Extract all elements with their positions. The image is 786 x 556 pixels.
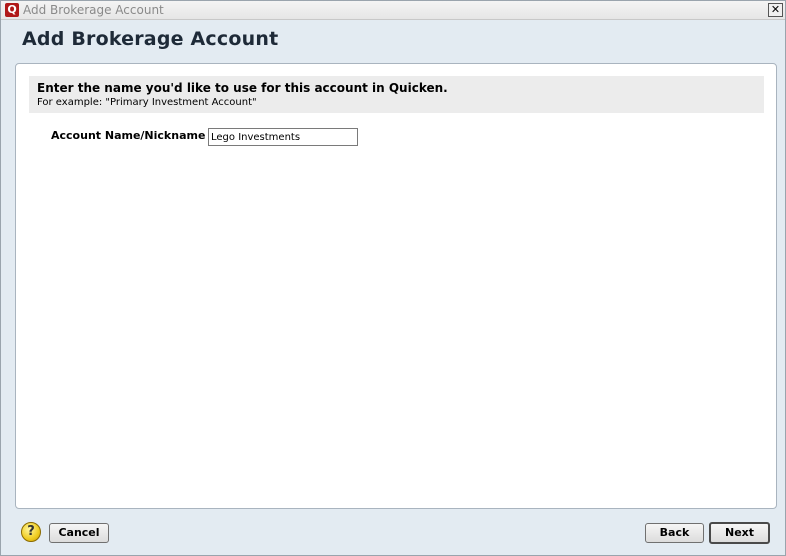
dialog-window: Q Add Brokerage Account ✕ Add Brokerage … <box>0 0 786 556</box>
instruction-box: Enter the name you'd like to use for thi… <box>29 76 764 113</box>
cancel-button[interactable]: Cancel <box>49 523 109 543</box>
help-icon[interactable]: ? <box>21 522 41 542</box>
content-panel: Enter the name you'd like to use for thi… <box>15 63 777 509</box>
page-title: Add Brokerage Account <box>22 28 279 50</box>
instruction-text: Enter the name you'd like to use for thi… <box>37 81 448 95</box>
close-icon[interactable]: ✕ <box>768 3 783 17</box>
instruction-example: For example: "Primary Investment Account… <box>37 97 257 108</box>
account-name-input[interactable] <box>208 128 358 146</box>
title-bar: Q Add Brokerage Account ✕ <box>1 1 785 20</box>
window-title: Add Brokerage Account <box>23 3 164 17</box>
account-name-label: Account Name/Nickname <box>51 129 206 142</box>
next-button[interactable]: Next <box>709 522 770 544</box>
back-button[interactable]: Back <box>645 523 704 543</box>
quicken-app-icon: Q <box>5 3 19 17</box>
